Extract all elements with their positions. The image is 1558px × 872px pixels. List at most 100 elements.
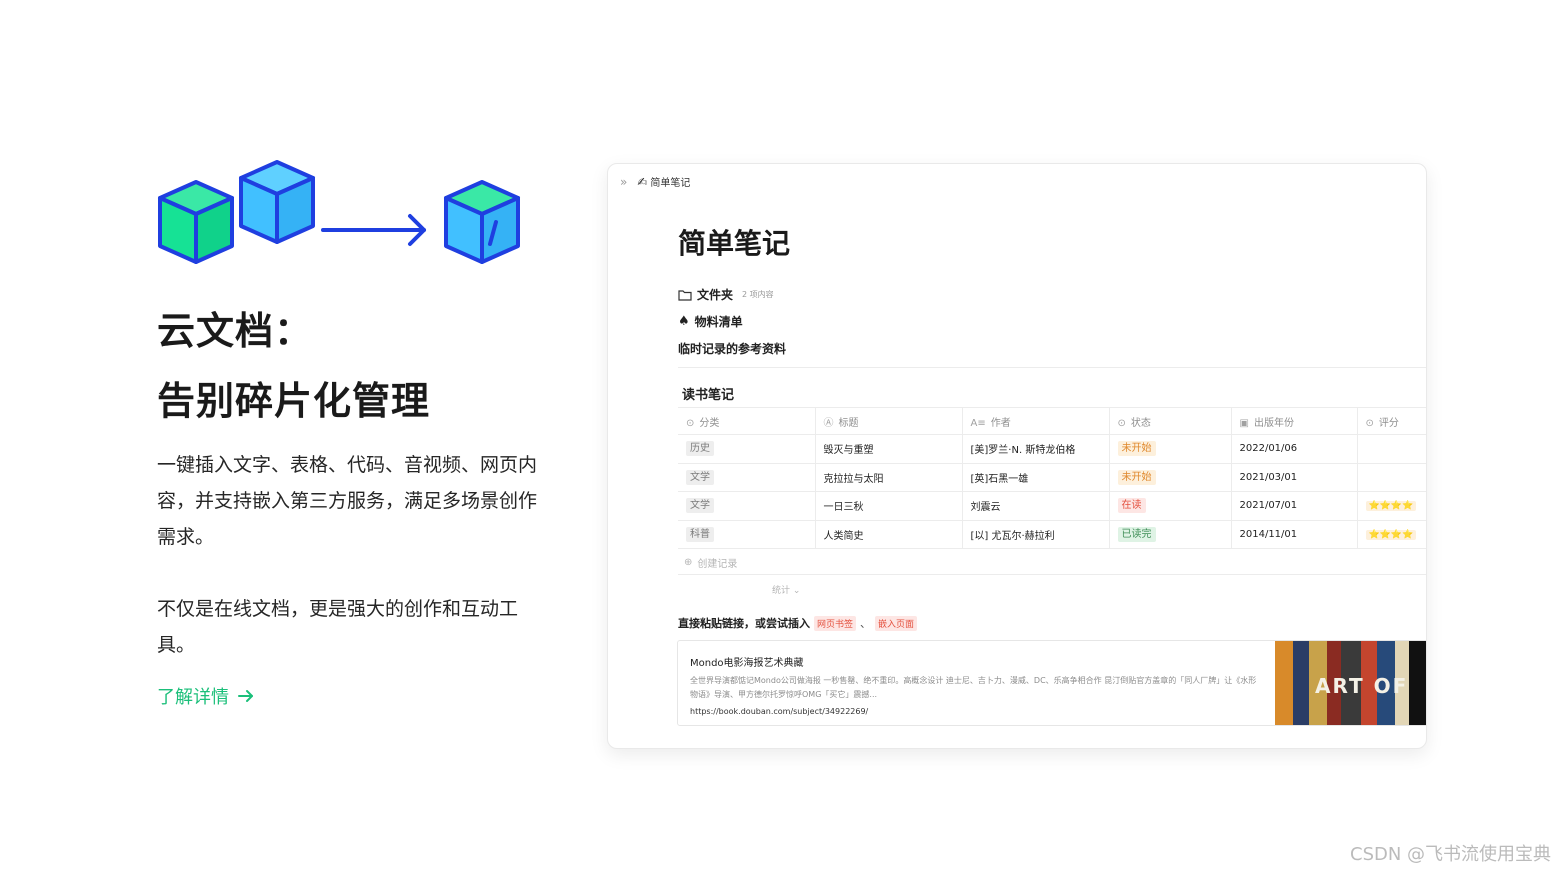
author-cell[interactable]: [英]石黑一雄 [962, 463, 1110, 492]
text-icon: Ⓐ [823, 417, 834, 429]
status-badge: 未开始 [1117, 441, 1156, 457]
web-bookmark-card[interactable]: Mondo电影海报艺术典藏 全世界导演都惦记Mondo公司做海报 一秒售罄、绝不… [677, 640, 1426, 726]
status-badge: 未开始 [1117, 469, 1156, 485]
category-cell[interactable]: 文学 [678, 463, 816, 492]
materials-label: 物料清单 [694, 315, 743, 329]
table-row[interactable]: 文学 一日三秋 刘震云 在读 2021/07/01 ⭐⭐⭐⭐ [678, 491, 1426, 521]
headline-line-1: 云文档： [157, 309, 314, 353]
reference-label: 临时记录的参考资料 [678, 342, 787, 356]
table-row[interactable]: 文学 克拉拉与太阳 [英]石黑一雄 未开始 2021/03/01 [678, 463, 1426, 492]
folder-label: 文件夹 [697, 288, 734, 302]
author-cell[interactable]: 刘震云 [962, 491, 1110, 521]
reading-notes-table: ⊙ 分类 Ⓐ 标题 A≡ 作者 ⊙ 状态 ▣ 出版年份 ⊙ 评分 历史 毁灭与重塑 [美]罗… [678, 407, 1426, 549]
headline-line-2: 告别碎片化管理 [157, 379, 431, 423]
page-title: 简单笔记 [678, 227, 791, 260]
author-cell[interactable]: [美]罗兰·N. 斯特龙伯格 [962, 434, 1110, 464]
csdn-watermark: CSDN @飞书流使用宝典 [1350, 844, 1552, 865]
arrow-right-icon [321, 214, 426, 246]
column-header-rating[interactable]: ⊙ 评分 [1357, 407, 1426, 435]
column-header-author[interactable]: A≡ 作者 [962, 407, 1110, 435]
writing-hand-icon: ✍ [637, 174, 648, 189]
headline: 云文档： 告别碎片化管理 [157, 296, 430, 436]
select-icon: ⊙ [1117, 417, 1126, 429]
category-cell[interactable]: 科普 [678, 520, 816, 549]
stats-dropdown[interactable]: 统计 ⌄ [772, 583, 800, 596]
column-header-status[interactable]: ⊙ 状态 [1109, 407, 1232, 435]
materials-link[interactable]: ♠ 物料清单 [678, 313, 743, 330]
bookmark-thumbnail: ART OF [1275, 641, 1426, 725]
bookmark-title: Mondo电影海报艺术典藏 [690, 658, 804, 669]
learn-more-label: 了解详情 [157, 687, 229, 708]
thumbnail-art-text: ART OF [1315, 674, 1408, 698]
feature-description: 一键插入文字、表格、代码、音视频、网页内容，并支持嵌入第三方服务，满足多场景创作… [157, 454, 538, 548]
category-cell[interactable]: 历史 [678, 434, 816, 464]
plus-circle-icon: ⊕ [684, 557, 693, 568]
cube-transform-illustration [158, 160, 520, 264]
year-cell[interactable]: 2021/07/01 [1231, 491, 1358, 521]
title-cell[interactable]: 克拉拉与太阳 [815, 463, 963, 492]
chevrons-right-icon[interactable]: » [620, 175, 627, 189]
rating-cell[interactable] [1357, 463, 1426, 492]
database-title: 读书笔记 [682, 388, 735, 403]
create-record-label: 创建记录 [697, 559, 738, 570]
breadcrumb[interactable]: ✍ 简单笔记 [637, 174, 691, 190]
title-cell[interactable]: 一日三秋 [815, 491, 963, 521]
status-cell[interactable]: 已读完 [1109, 520, 1232, 549]
category-tag: 科普 [686, 526, 714, 542]
author-cell[interactable]: [以] 尤瓦尔·赫拉利 [962, 520, 1110, 549]
column-header-title[interactable]: Ⓐ 标题 [815, 407, 963, 435]
year-cell[interactable]: 2014/11/01 [1231, 520, 1358, 549]
folder-icon [678, 289, 692, 301]
status-badge: 已读完 [1117, 526, 1156, 542]
feature-tagline: 不仅是在线文档，更是强大的创作和互动工具。 [157, 598, 519, 656]
doc-preview-card: » ✍ 简单笔记 简单笔记 文件夹 2 项内容 ♠ 物料清单 临时记录的参考资料… [607, 163, 1427, 749]
status-cell[interactable]: 在读 [1109, 491, 1232, 521]
category-tag: 文学 [686, 498, 714, 514]
title-cell[interactable]: 毁灭与重塑 [815, 434, 963, 464]
rating-cell[interactable]: ⭐⭐⭐⭐ [1357, 491, 1426, 521]
table-row[interactable]: 科普 人类简史 [以] 尤瓦尔·赫拉利 已读完 2014/11/01 ⭐⭐⭐⭐ [678, 520, 1426, 549]
learn-more-link[interactable]: 了解详情 [157, 683, 255, 709]
green-cube-icon [158, 180, 234, 264]
table-header-row: ⊙ 分类 Ⓐ 标题 A≡ 作者 ⊙ 状态 ▣ 出版年份 ⊙ 评分 [678, 407, 1426, 435]
reference-heading: 临时记录的参考资料 [678, 340, 786, 357]
star-rating: ⭐⭐⭐⭐ [1365, 529, 1417, 540]
category-tag: 文学 [686, 469, 714, 485]
folder-count: 2 项内容 [742, 290, 774, 299]
divider [678, 574, 1426, 575]
calendar-icon: ▣ [1239, 417, 1249, 429]
folder-link[interactable]: 文件夹 2 项内容 [678, 286, 774, 303]
column-header-year[interactable]: ▣ 出版年份 [1231, 407, 1358, 435]
blue-cube-icon [239, 160, 315, 244]
bookmark-description: 全世界导演都惦记Mondo公司做海报 一秒售罄、绝不重印。高概念设计 迪士尼、吉… [690, 676, 1257, 699]
status-cell[interactable]: 未开始 [1109, 463, 1232, 492]
paste-hint: 直接粘贴链接，或尝试插入 网页书签 、 嵌入页面 [678, 615, 918, 631]
separator: 、 [860, 617, 872, 630]
select-icon: ⊙ [1365, 417, 1374, 429]
year-cell[interactable]: 2021/03/01 [1231, 463, 1358, 492]
rating-cell[interactable]: ⭐⭐⭐⭐ [1357, 520, 1426, 549]
spade-icon: ♠ [678, 314, 690, 329]
status-badge: 在读 [1117, 498, 1146, 514]
breadcrumb-label: 简单笔记 [650, 178, 691, 189]
category-tag: 历史 [686, 441, 714, 457]
column-header-category[interactable]: ⊙ 分类 [678, 407, 816, 435]
table-row[interactable]: 历史 毁灭与重塑 [美]罗兰·N. 斯特龙伯格 未开始 2022/01/06 [678, 434, 1426, 464]
divider [678, 367, 1426, 368]
paste-hint-text: 直接粘贴链接，或尝试插入 [678, 617, 810, 630]
arrow-right-icon [238, 690, 253, 702]
create-record-button[interactable]: ⊕ 创建记录 [684, 555, 737, 570]
select-icon: ⊙ [686, 417, 695, 429]
rating-cell[interactable] [1357, 434, 1426, 464]
category-cell[interactable]: 文学 [678, 491, 816, 521]
title-cell[interactable]: 人类简史 [815, 520, 963, 549]
embed-page-chip[interactable]: 嵌入页面 [875, 615, 918, 631]
text-lines-icon: A≡ [970, 417, 986, 429]
status-cell[interactable]: 未开始 [1109, 434, 1232, 464]
hybrid-cube-icon [444, 180, 520, 264]
year-cell[interactable]: 2022/01/06 [1231, 434, 1358, 464]
star-rating: ⭐⭐⭐⭐ [1365, 501, 1417, 512]
web-bookmark-chip[interactable]: 网页书签 [814, 615, 857, 631]
bookmark-url: https://book.douban.com/subject/34922269… [690, 707, 869, 716]
doc-topbar: » ✍ 简单笔记 [620, 174, 691, 190]
